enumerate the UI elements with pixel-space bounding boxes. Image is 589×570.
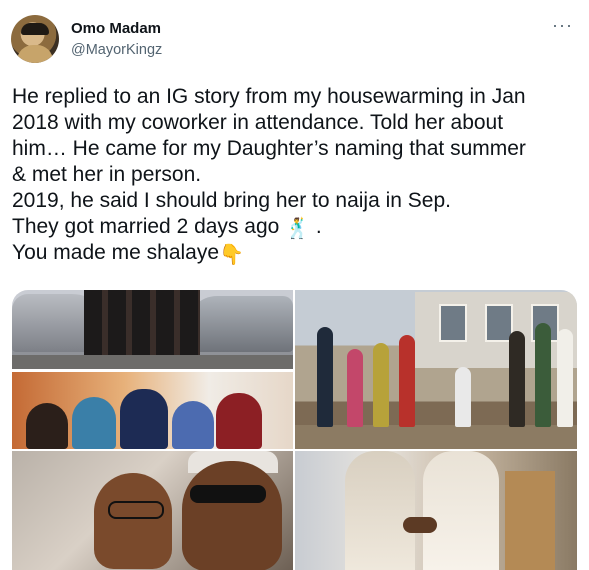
person — [509, 331, 525, 427]
person — [26, 403, 68, 449]
car-right — [187, 296, 293, 352]
man-face — [182, 461, 282, 570]
groom-suit — [423, 451, 499, 570]
person — [455, 367, 471, 427]
dancer-emoji-icon: 🕺 — [285, 218, 311, 240]
tweet-line: 2018 with my coworker in attendance. Tol… — [12, 111, 504, 134]
person — [172, 401, 214, 449]
bride-dress — [345, 451, 415, 570]
tweet-line: him… He came for my Daughter’s naming th… — [12, 137, 526, 160]
person — [72, 397, 116, 449]
house — [415, 292, 577, 368]
tweet-text: He replied to an IG story from my housew… — [12, 84, 578, 266]
person — [317, 327, 333, 427]
photo-couple-selfie[interactable] — [12, 451, 293, 570]
sunglasses — [190, 485, 266, 503]
person — [347, 349, 363, 427]
yard — [295, 425, 577, 449]
point-down-emoji-icon: 👇 — [219, 244, 244, 266]
person — [557, 329, 573, 427]
person — [373, 343, 389, 427]
person — [399, 335, 415, 427]
photo-group-by-cars[interactable] — [12, 290, 293, 369]
person — [216, 393, 262, 449]
window — [439, 304, 467, 342]
road — [12, 355, 293, 369]
tweet-line: & met her in person. — [12, 163, 202, 186]
wooden-door — [505, 471, 555, 570]
media-grid — [12, 290, 577, 570]
tweet-line: 2019, he said I should bring her to naij… — [12, 189, 451, 212]
author-handle[interactable]: @MayorKingz — [71, 42, 162, 58]
avatar[interactable] — [11, 15, 59, 63]
tweet-line-text: . — [315, 215, 322, 238]
photo-group-outdoor-party[interactable] — [295, 290, 577, 449]
tweet-line-with-emoji: You made me shalaye👇 — [12, 240, 578, 266]
joined-hands — [403, 517, 437, 533]
person — [535, 323, 551, 427]
photo-group-selfie-indoor[interactable] — [12, 372, 293, 449]
more-options-icon[interactable]: ··· — [552, 16, 573, 34]
avatar-cap — [21, 23, 49, 35]
glasses — [108, 501, 164, 519]
tweet-line-text: They got married 2 days ago — [12, 215, 280, 238]
tweet-line-with-emoji: They got married 2 days ago 🕺 . — [12, 214, 578, 240]
avatar-shirt — [17, 45, 53, 63]
person — [120, 389, 168, 449]
author-display-name[interactable]: Omo Madam — [71, 20, 161, 37]
tweet-line: He replied to an IG story from my housew… — [12, 85, 526, 108]
tweet-line-text: You made me shalaye — [12, 241, 220, 264]
photo-wedding-hands[interactable] — [295, 451, 577, 570]
